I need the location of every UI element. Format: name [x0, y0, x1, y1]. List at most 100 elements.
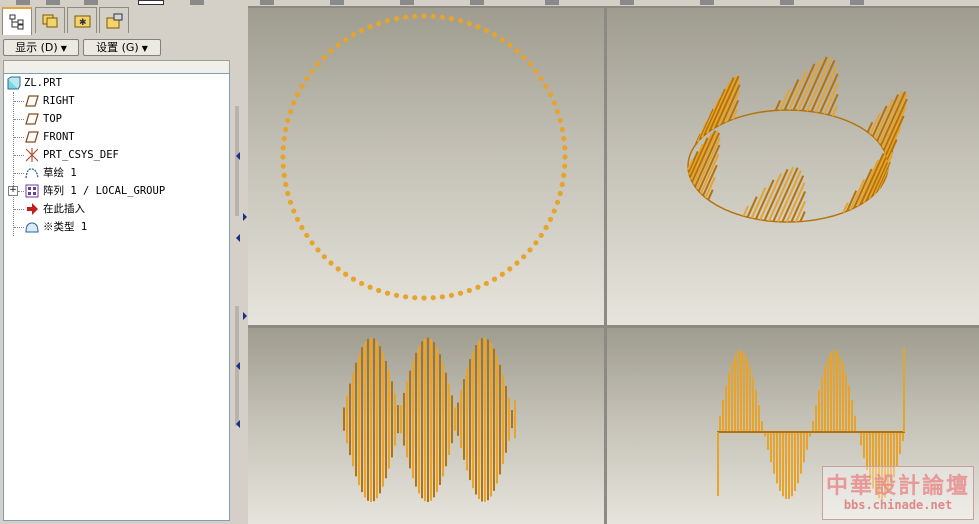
- viewport-isometric-view[interactable]: [607, 8, 979, 325]
- connections-icon: [106, 13, 123, 29]
- circle-dot: [559, 126, 565, 133]
- toolbar-button[interactable]: [850, 0, 864, 5]
- circle-dot: [554, 199, 561, 205]
- circle-dot: [280, 163, 286, 169]
- circle-dot: [304, 232, 310, 238]
- circle-dot: [393, 16, 400, 22]
- circle-dot: [448, 292, 455, 298]
- splitter-grip[interactable]: [235, 106, 239, 216]
- toolbar-button[interactable]: [330, 0, 344, 5]
- circle-dot: [421, 13, 427, 19]
- tree-item-pattern[interactable]: 阵列 1 / LOCAL_GROUP: [4, 182, 224, 200]
- circle-dot: [514, 48, 520, 54]
- blade-hatch: [763, 168, 789, 221]
- collapse-left-icon[interactable]: [236, 420, 240, 428]
- tree-item-right-plane[interactable]: RIGHT: [4, 92, 224, 110]
- graphics-window[interactable]: [248, 6, 979, 524]
- circle-dot: [457, 18, 464, 24]
- navigator-button-row: 显示 (D) ▼ 设置 (G) ▼: [0, 37, 234, 59]
- tree-item-insert-here[interactable]: 在此插入: [4, 200, 224, 218]
- blade-hatch: [788, 70, 808, 111]
- circle-dot: [551, 100, 557, 106]
- circle-dot: [294, 92, 301, 98]
- circle-dot: [483, 280, 489, 287]
- circle-dot: [367, 24, 373, 30]
- insert-here-arrow-icon: [27, 203, 38, 215]
- circle-dot: [412, 13, 418, 19]
- blade-hatch: [746, 196, 758, 218]
- expand-right-icon[interactable]: [243, 213, 247, 221]
- circle-dot: [499, 37, 505, 43]
- viewport-front-view[interactable]: [248, 328, 604, 524]
- blade-hatch: [774, 100, 782, 111]
- show-dropdown-button[interactable]: 显示 (D) ▼: [3, 39, 79, 56]
- circle-dot: [562, 163, 568, 169]
- tree-item-top-plane[interactable]: TOP: [4, 110, 224, 128]
- tree-item-feature[interactable]: ※类型 1: [4, 218, 224, 236]
- circle-dot: [562, 145, 568, 151]
- toolbar-button[interactable]: [400, 0, 414, 5]
- tree-item-front-plane[interactable]: FRONT: [4, 128, 224, 146]
- tree-item-label: 阵列 1 / LOCAL_GROUP: [43, 185, 166, 197]
- circle-dot: [557, 117, 563, 124]
- collapse-left-icon[interactable]: [236, 362, 240, 370]
- toolbar-button[interactable]: [260, 0, 274, 5]
- tree-item-label: PRT_CSYS_DEF: [43, 149, 119, 161]
- circle-dot: [283, 126, 289, 133]
- toolbar-button[interactable]: [545, 0, 559, 5]
- toolbar-button[interactable]: [470, 0, 484, 5]
- tab-favorites[interactable]: ✱: [67, 7, 97, 33]
- toolbar-button[interactable]: [46, 0, 60, 5]
- circle-dot: [281, 135, 287, 142]
- circle-dot: [561, 172, 567, 179]
- toolbar-button[interactable]: [16, 0, 30, 5]
- circle-dot: [315, 61, 321, 67]
- blade-hatch: [827, 93, 839, 116]
- toolbar-button[interactable]: [84, 0, 98, 5]
- tree-item-csys[interactable]: PRT_CSYS_DEF: [4, 146, 224, 164]
- tab-connections[interactable]: [99, 7, 129, 33]
- blade-hatch: [810, 60, 836, 112]
- navigator-tabs: ✱: [0, 6, 234, 35]
- toolbar-selected-button[interactable]: [138, 0, 164, 5]
- collapse-left-icon[interactable]: [236, 234, 240, 242]
- collapse-left-icon[interactable]: [236, 152, 240, 160]
- dropdown-arrow-icon: ▼: [141, 44, 148, 53]
- circle-dot: [321, 54, 327, 60]
- circle-dot: [491, 32, 498, 38]
- settings-dropdown-button[interactable]: 设置 (G) ▼: [83, 39, 161, 56]
- part-icon: [7, 76, 21, 90]
- tree-item-sketch[interactable]: 草绘 1: [4, 164, 224, 182]
- toolbar-button[interactable]: [190, 0, 204, 5]
- circle-dot: [521, 54, 527, 60]
- sketch-icon: [25, 168, 39, 179]
- blade-hatch: [831, 105, 838, 117]
- tree-item-part[interactable]: ZL.PRT: [4, 74, 224, 92]
- circle-dot: [430, 13, 436, 19]
- circle-dot: [335, 266, 341, 272]
- tab-folder-browser[interactable]: [35, 7, 65, 33]
- watermark-logo: 中華設計論壇 bbs.chinade.net: [822, 466, 974, 520]
- circle-dot: [466, 287, 472, 294]
- circle-dot: [543, 224, 549, 231]
- circle-dot: [412, 295, 418, 301]
- tab-model-tree[interactable]: [2, 7, 32, 35]
- favorites-folder-icon: ✱: [74, 15, 91, 28]
- expand-right-icon[interactable]: [243, 312, 247, 320]
- panel-splitter[interactable]: [234, 6, 248, 524]
- front-pattern-geometry: [343, 337, 516, 502]
- circle-dot: [283, 181, 289, 188]
- circle-dot: [527, 61, 533, 67]
- tree-item-label: ※类型 1: [43, 221, 88, 233]
- circle-dot: [287, 199, 294, 205]
- viewport-top-view[interactable]: [248, 8, 604, 325]
- isometric-pattern-geometry: [687, 56, 908, 223]
- circle-dot: [551, 208, 557, 214]
- circle-dot: [475, 24, 481, 30]
- blade-hatch: [755, 179, 775, 220]
- datum-plane-icon: [25, 95, 39, 107]
- circle-dot: [402, 294, 409, 300]
- toolbar-button[interactable]: [780, 0, 794, 5]
- toolbar-button[interactable]: [620, 0, 634, 5]
- toolbar-button[interactable]: [700, 0, 714, 5]
